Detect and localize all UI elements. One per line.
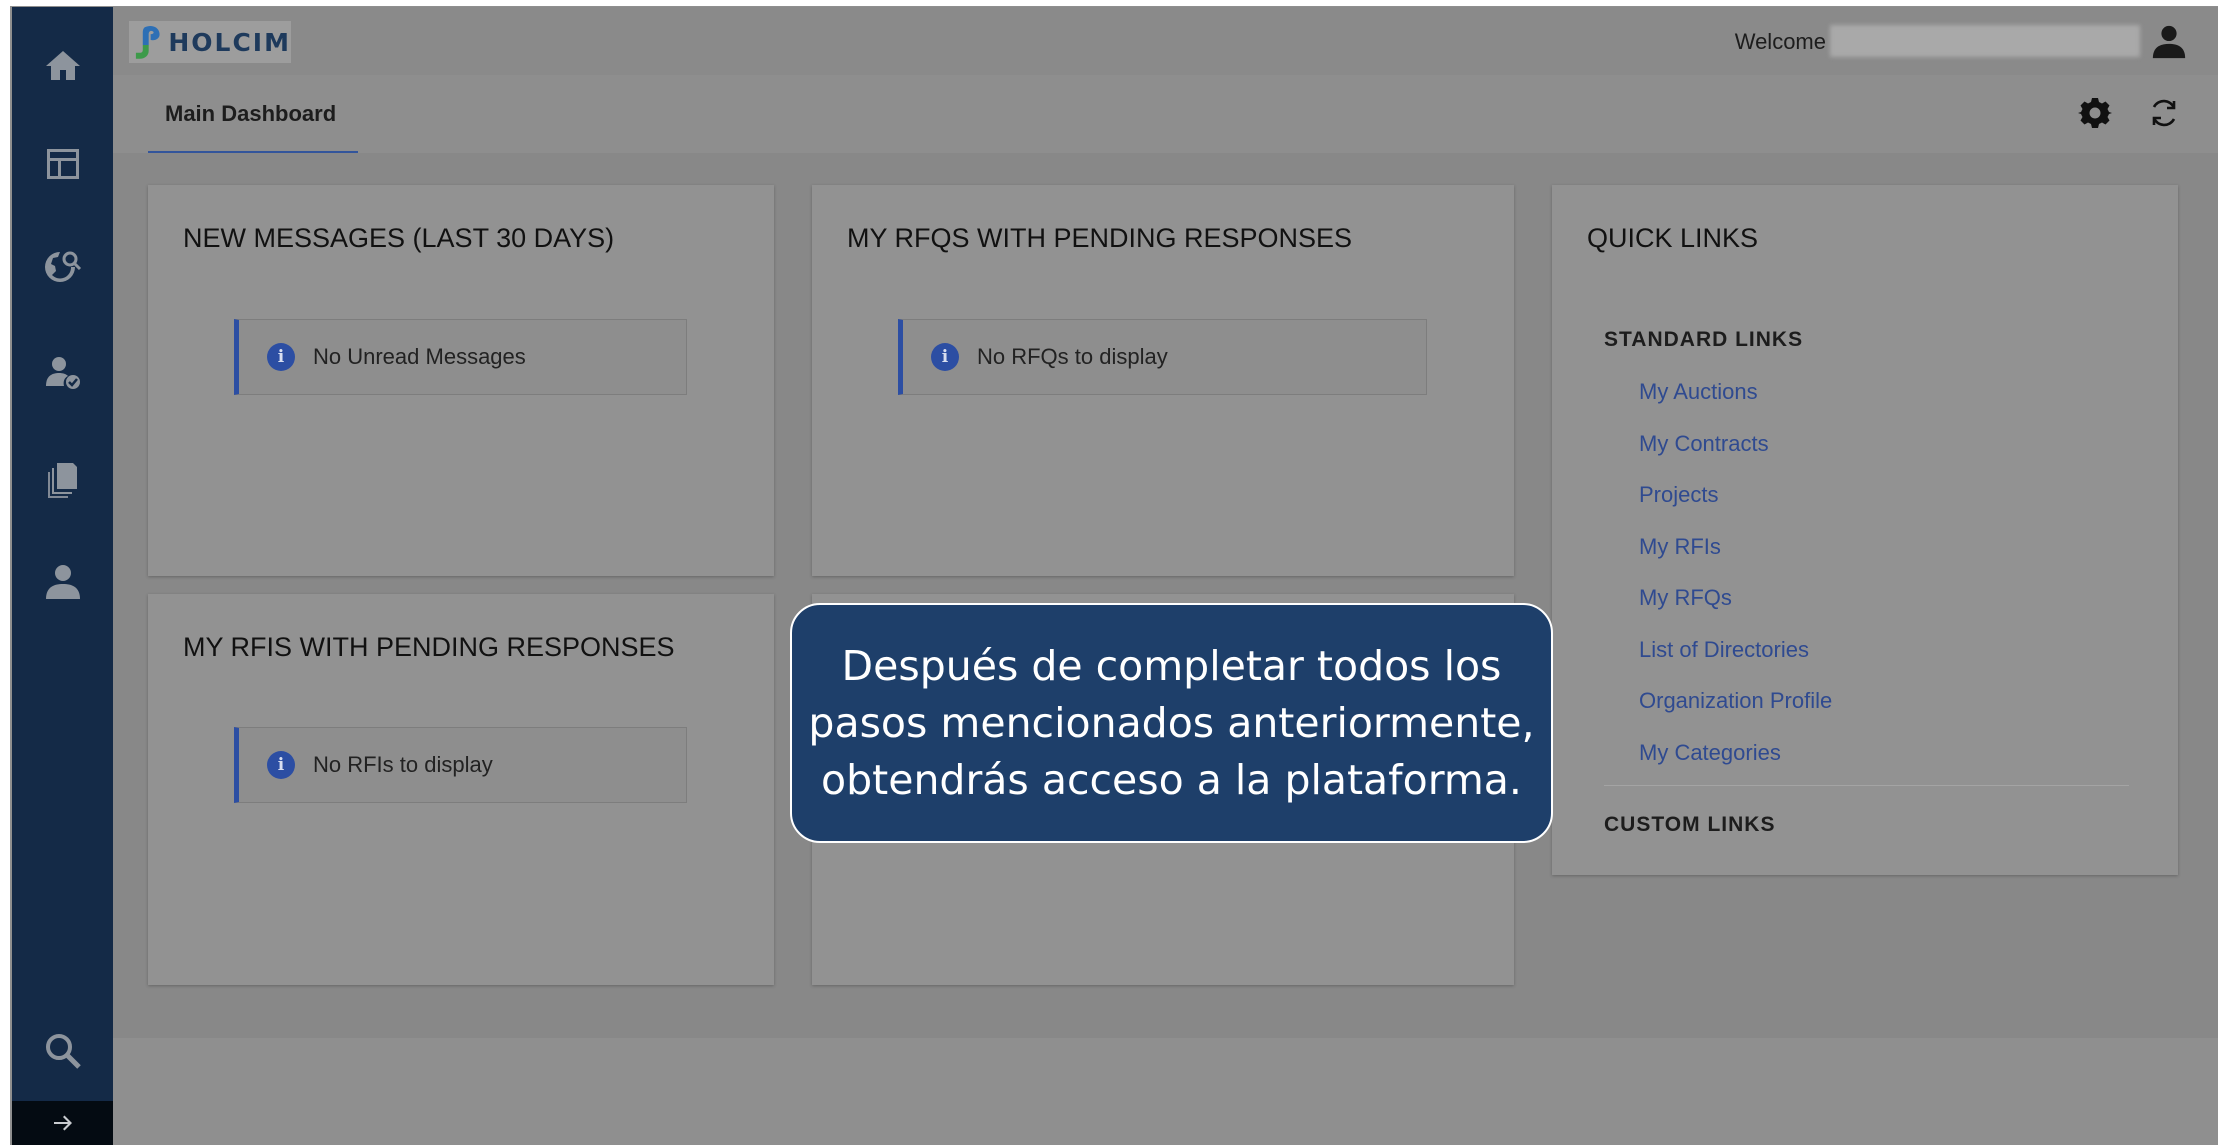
card-title: NEW MESSAGES (LAST 30 DAYS) [183, 223, 615, 253]
refresh-button[interactable] [2147, 96, 2181, 130]
page-bottom [113, 1038, 2218, 1145]
user-check-icon [45, 357, 80, 389]
search-icon [45, 1034, 81, 1069]
sidebar-item-documents[interactable] [12, 449, 113, 509]
tutorial-callout: Después de completar todos los pasos men… [790, 603, 1553, 843]
user-icon [2152, 25, 2186, 59]
card-title: QUICK LINKS [1587, 223, 1759, 253]
info-text: No RFQs to display [977, 344, 1168, 369]
info-message: i No RFQs to display [898, 319, 1427, 395]
logo-text: HOLCIM [168, 27, 291, 57]
quick-links-card: QUICK LINKS STANDARD LINKS My Auctions M… [1552, 185, 2178, 875]
tab-label: Main Dashboard [165, 101, 337, 126]
link-projects[interactable]: Projects [1639, 482, 1718, 508]
tab-main-dashboard[interactable]: Main Dashboard [148, 75, 358, 154]
links-divider [1604, 785, 2129, 786]
arrow-right-icon [53, 1115, 72, 1131]
card-title: MY RFIS WITH PENDING RESPONSES [183, 632, 675, 662]
user-menu-button[interactable] [2150, 23, 2188, 61]
info-icon: i [931, 343, 959, 371]
link-my-auctions[interactable]: My Auctions [1639, 379, 1758, 405]
info-message: i No Unread Messages [234, 319, 687, 395]
sidebar-item-profile[interactable] [12, 552, 113, 612]
sidebar-item-explore[interactable] [12, 237, 113, 297]
card-title: MY RFQS WITH PENDING RESPONSES [847, 223, 1353, 253]
globe-search-icon [44, 251, 81, 282]
dashboard-layout-icon [46, 149, 79, 179]
info-message: i No RFIs to display [234, 727, 687, 803]
sidebar-item-search[interactable] [12, 1021, 113, 1081]
link-my-rfqs[interactable]: My RFQs [1639, 585, 1732, 611]
link-my-rfis[interactable]: My RFIs [1639, 534, 1721, 560]
sidebar-item-home[interactable] [12, 35, 113, 95]
sidebar-item-supplier-approval[interactable] [12, 342, 113, 402]
link-my-categories[interactable]: My Categories [1639, 740, 1781, 766]
holcim-logo-mark-icon [135, 25, 160, 59]
settings-button[interactable] [2078, 96, 2112, 130]
sidebar [12, 7, 113, 1145]
screen-top-margin [0, 0, 2218, 6]
rfqs-card: MY RFQS WITH PENDING RESPONSES i No RFQs… [812, 185, 1514, 576]
sidebar-expand-button[interactable] [12, 1101, 113, 1145]
screen-left-margin [0, 0, 10, 1145]
top-header: HOLCIM Welcome [113, 7, 2218, 75]
info-icon: i [267, 751, 295, 779]
standard-links-heading: STANDARD LINKS [1604, 328, 1804, 351]
info-text: No Unread Messages [313, 344, 526, 369]
link-my-contracts[interactable]: My Contracts [1639, 431, 1769, 457]
dashboard-content: NEW MESSAGES (LAST 30 DAYS) i No Unread … [113, 153, 2218, 1038]
rfis-card: MY RFIS WITH PENDING RESPONSES i No RFIs… [148, 594, 774, 985]
welcome-label: Welcome [1734, 29, 1826, 54]
info-icon: i [267, 343, 295, 371]
home-icon [45, 51, 80, 80]
refresh-icon [2152, 99, 2176, 127]
user-icon [45, 565, 80, 599]
info-text: No RFIs to display [313, 752, 493, 777]
gear-icon [2078, 98, 2112, 128]
callout-text: Después de completar todos los pasos men… [808, 641, 1535, 804]
custom-links-heading: CUSTOM LINKS [1604, 813, 1776, 836]
tab-bar: Main Dashboard [113, 75, 2218, 154]
new-messages-card: NEW MESSAGES (LAST 30 DAYS) i No Unread … [148, 185, 774, 576]
user-name-blurred [1830, 25, 2140, 57]
link-organization-profile[interactable]: Organization Profile [1639, 688, 1832, 714]
documents-icon [47, 463, 77, 498]
holcim-logo[interactable]: HOLCIM [129, 21, 291, 63]
sidebar-item-dashboard[interactable] [12, 134, 113, 194]
link-list-of-directories[interactable]: List of Directories [1639, 637, 1809, 663]
